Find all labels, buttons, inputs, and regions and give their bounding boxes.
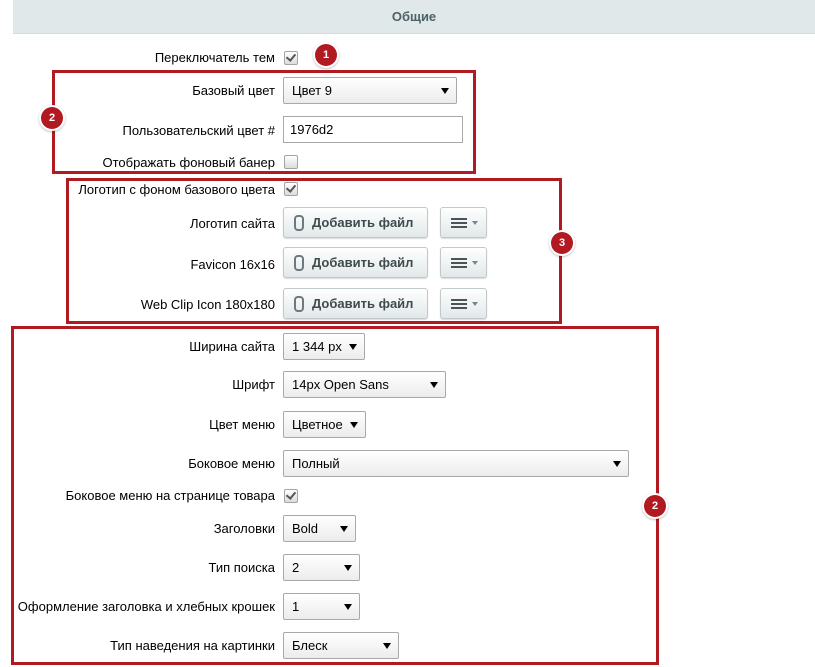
annotation-badge-3: 3 [551, 232, 573, 254]
section-title: Общие [391, 9, 437, 24]
annotation-box-3 [66, 178, 562, 324]
theme-switcher-label: Переключатель тем [154, 50, 275, 65]
theme-switcher-checkbox[interactable] [284, 51, 298, 65]
annotation-box-2 [52, 70, 476, 174]
annotation-badge-2: 2 [41, 107, 63, 129]
section-header: Общие [13, 0, 815, 34]
annotation-badge-1: 1 [315, 44, 337, 66]
annotation-box-4 [11, 326, 659, 665]
annotation-badge-4: 2 [644, 495, 666, 517]
